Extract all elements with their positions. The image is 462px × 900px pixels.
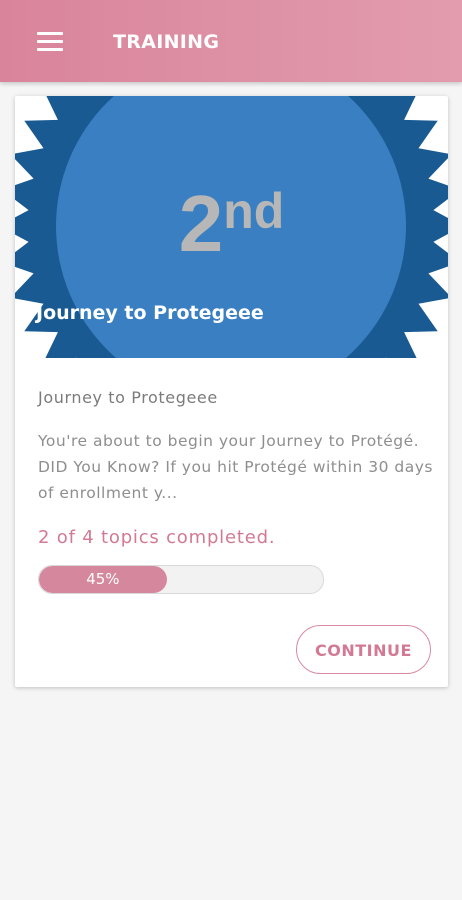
progress-status-text: 2 of 4 topics completed. xyxy=(38,527,276,548)
hamburger-menu-icon[interactable] xyxy=(36,30,66,54)
course-card[interactable]: 2nd Journey to Protegeee Journey to Prot… xyxy=(15,96,448,687)
continue-button[interactable]: CONTINUE xyxy=(296,625,431,674)
banner-title: Journey to Protegeee xyxy=(36,302,264,324)
page-title: TRAINING xyxy=(113,31,220,53)
rank-label: 2nd xyxy=(15,184,448,264)
rank-number: 2 xyxy=(178,179,224,268)
app-bar: TRAINING xyxy=(0,0,462,82)
progress-percent-label: 45% xyxy=(86,570,120,588)
course-banner: 2nd Journey to Protegeee xyxy=(15,96,448,358)
progress-bar: 45% xyxy=(38,565,324,594)
rank-suffix: nd xyxy=(223,183,285,239)
course-title: Journey to Protegeee xyxy=(38,388,218,407)
course-description: You're about to begin your Journey to Pr… xyxy=(38,432,433,502)
